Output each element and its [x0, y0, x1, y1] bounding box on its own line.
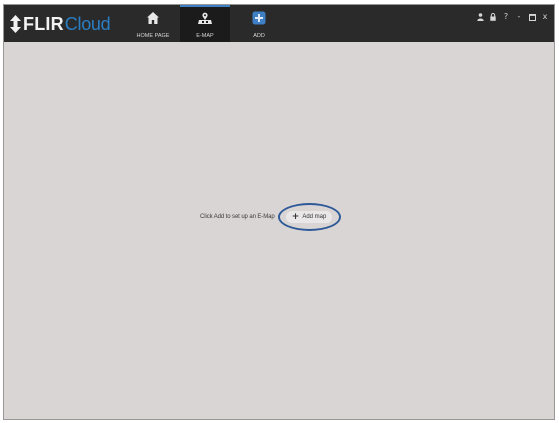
flir-logo-icon	[10, 15, 21, 33]
tab-e-map-label: E-MAP	[196, 33, 214, 39]
add-map-label: Add map	[302, 214, 327, 220]
add-map-prompt: Click Add to set up an E-Map + Add map	[200, 203, 341, 231]
app-logo: FLIR Cloud	[10, 13, 111, 35]
tab-home-page-label: HOME PAGE	[136, 33, 170, 39]
lock-icon[interactable]	[488, 12, 498, 22]
window-controls: ? - x	[475, 12, 550, 22]
logo-flir-text: FLIR	[23, 13, 64, 34]
add-map-highlight-ring: + Add map	[277, 203, 341, 231]
plus-icon: +	[291, 211, 300, 222]
prompt-text: Click Add to set up an E-Map	[200, 214, 275, 220]
add-map-button[interactable]: + Add map	[285, 211, 333, 223]
home-icon	[147, 12, 159, 24]
minimize-button[interactable]: -	[514, 12, 524, 22]
user-icon[interactable]	[475, 12, 485, 22]
map-pin-icon	[198, 12, 212, 24]
e-map-content-area: Click Add to set up an E-Map + Add map	[4, 42, 554, 419]
logo-cloud-text: Cloud	[64, 13, 111, 34]
close-button[interactable]: x	[540, 12, 550, 22]
tab-add-label: ADD	[253, 33, 265, 39]
maximize-button[interactable]	[527, 12, 537, 22]
help-button[interactable]: ?	[501, 12, 511, 22]
add-icon	[252, 11, 266, 25]
tab-home-page[interactable]: HOME PAGE	[128, 5, 178, 42]
app-window: FLIR Cloud HOME PAGE E-MAP ADD ? - x Cli…	[3, 4, 555, 420]
title-bar: FLIR Cloud HOME PAGE E-MAP ADD ? - x	[4, 5, 554, 42]
tab-e-map[interactable]: E-MAP	[180, 5, 230, 42]
tab-add[interactable]: ADD	[234, 5, 284, 42]
